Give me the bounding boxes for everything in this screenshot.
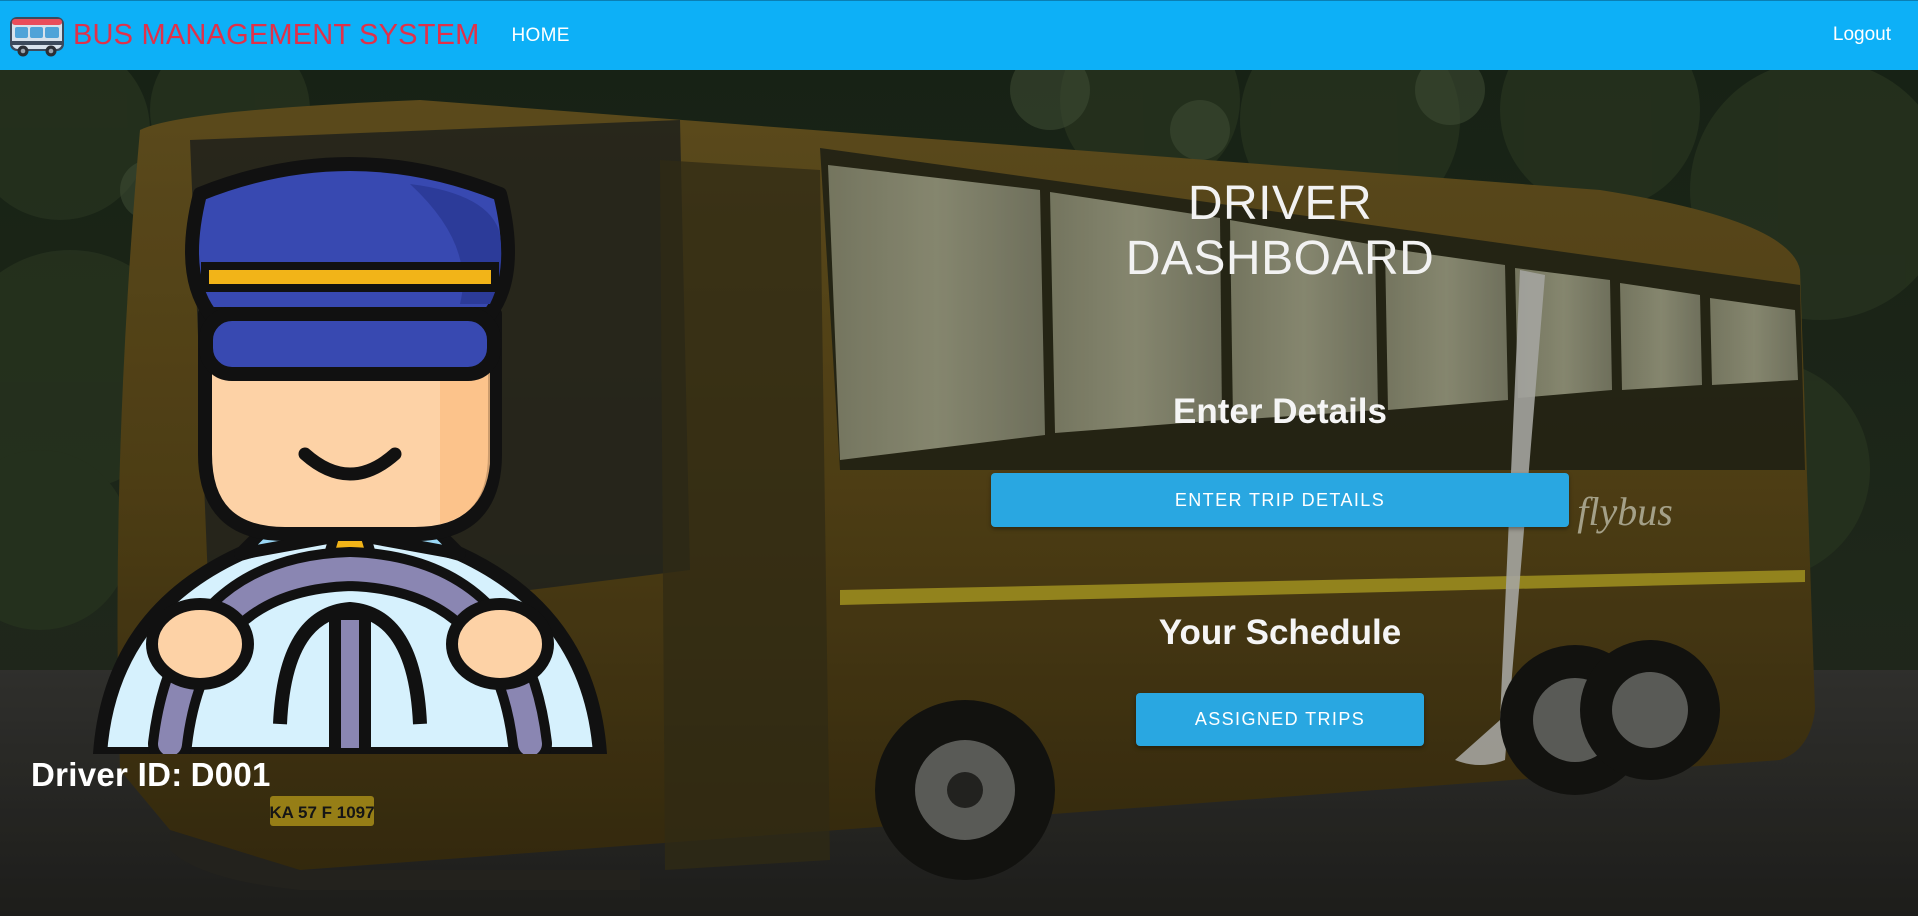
nav-home-link[interactable]: HOME bbox=[512, 25, 570, 47]
page: BUS MANAGEMENT SYSTEM HOME Logout KA 57 … bbox=[0, 0, 1918, 916]
driver-avatar-icon bbox=[93, 157, 607, 754]
page-title: DRIVER DASHBOARD bbox=[1125, 177, 1435, 285]
driver-id-label: Driver ID: bbox=[31, 756, 183, 793]
driver-id-value: D001 bbox=[190, 756, 271, 793]
assigned-trips-button[interactable]: ASSIGNED TRIPS bbox=[1136, 693, 1424, 746]
brand-link[interactable]: BUS MANAGEMENT SYSTEM bbox=[8, 14, 480, 58]
brand-title: BUS MANAGEMENT SYSTEM bbox=[73, 19, 480, 51]
top-navbar: BUS MANAGEMENT SYSTEM HOME Logout bbox=[0, 0, 1918, 70]
enter-details-heading: Enter Details bbox=[1173, 392, 1387, 431]
driver-id: Driver ID: D001 bbox=[31, 756, 271, 794]
enter-trip-details-button[interactable]: ENTER TRIP DETAILS bbox=[991, 473, 1569, 527]
your-schedule-heading: Your Schedule bbox=[1158, 613, 1402, 652]
bus-icon bbox=[10, 16, 64, 56]
hero-section: KA 57 F 1097 flybus DRIVER DASHBOARD Ent… bbox=[0, 70, 1918, 916]
logout-link[interactable]: Logout bbox=[1833, 24, 1891, 46]
